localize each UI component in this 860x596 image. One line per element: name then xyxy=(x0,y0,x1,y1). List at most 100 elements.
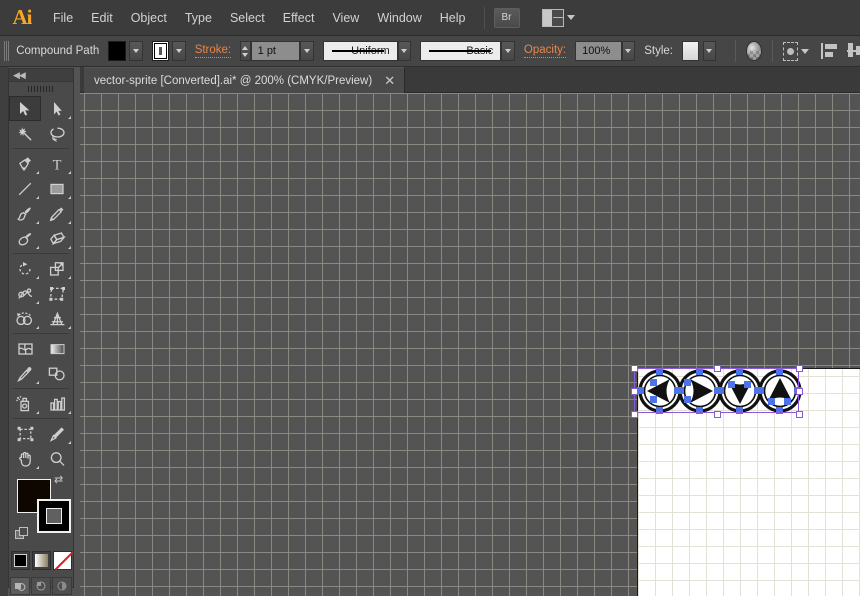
tool-flyout-indicator[interactable] xyxy=(36,246,39,249)
type-tool[interactable]: T xyxy=(41,151,73,176)
shape-builder-tool[interactable] xyxy=(9,306,41,331)
tool-flyout-indicator[interactable] xyxy=(68,116,71,119)
tool-flyout-indicator[interactable] xyxy=(36,276,39,279)
selection-handle[interactable] xyxy=(796,388,803,395)
eyedropper-tool[interactable] xyxy=(9,361,41,386)
graphic-style-dropdown[interactable] xyxy=(702,41,717,61)
panel-grip-icon[interactable] xyxy=(9,82,73,96)
blob-brush-tool[interactable] xyxy=(9,226,41,251)
tool-flyout-indicator[interactable] xyxy=(68,221,71,224)
hand-tool[interactable] xyxy=(9,446,41,471)
menu-item-help[interactable]: Help xyxy=(431,7,475,29)
control-bar-grip[interactable] xyxy=(4,41,11,61)
free-transform-tool[interactable] xyxy=(41,281,73,306)
scale-tool[interactable] xyxy=(41,256,73,281)
tool-flyout-indicator[interactable] xyxy=(36,171,39,174)
double-chevron-left-icon[interactable]: ◀◀ xyxy=(13,70,26,81)
selection-tool[interactable] xyxy=(9,96,41,121)
tools-panel-header[interactable]: ◀◀ xyxy=(9,69,73,82)
default-fill-stroke-icon[interactable] xyxy=(15,527,29,541)
tool-flyout-indicator[interactable] xyxy=(68,411,71,414)
bridge-button[interactable]: Br xyxy=(493,7,520,28)
zoom-tool[interactable] xyxy=(41,446,73,471)
width-profile-dropdown[interactable] xyxy=(397,41,412,61)
align-horizontal-left-icon[interactable] xyxy=(821,42,838,60)
tool-flyout-indicator[interactable] xyxy=(68,171,71,174)
rotate-tool[interactable] xyxy=(9,256,41,281)
stroke-weight-dropdown[interactable] xyxy=(300,41,314,61)
opacity-label[interactable]: Opacity: xyxy=(523,44,567,58)
fill-color-dropdown[interactable] xyxy=(128,41,143,61)
tool-flyout-indicator[interactable] xyxy=(36,381,39,384)
select-similar-objects-icon[interactable] xyxy=(782,41,798,61)
menu-item-window[interactable]: Window xyxy=(368,7,430,29)
align-vertical-center-icon[interactable] xyxy=(846,42,860,60)
selection-handle[interactable] xyxy=(796,411,803,418)
stroke-color-swatch[interactable] xyxy=(151,41,169,61)
width-profile-select[interactable]: Uniform xyxy=(322,41,398,61)
tool-flyout-indicator[interactable] xyxy=(36,196,39,199)
arrange-documents-button[interactable] xyxy=(541,8,575,27)
rectangle-tool[interactable] xyxy=(41,176,73,201)
pencil-tool[interactable] xyxy=(41,201,73,226)
document-tab[interactable]: vector-sprite [Converted].ai* @ 200% (CM… xyxy=(84,67,406,93)
selection-handle[interactable] xyxy=(714,411,721,418)
tool-flyout-indicator[interactable] xyxy=(68,196,71,199)
menu-item-object[interactable]: Object xyxy=(122,7,176,29)
blend-tool[interactable] xyxy=(41,361,73,386)
menu-item-view[interactable]: View xyxy=(323,7,368,29)
eraser-tool[interactable] xyxy=(41,226,73,251)
stroke-weight-stepper[interactable] xyxy=(240,41,251,61)
brush-definition-dropdown[interactable] xyxy=(501,41,515,61)
direct-selection-tool[interactable] xyxy=(41,96,73,121)
stroke-weight-input[interactable]: 1 pt xyxy=(250,41,301,61)
tool-flyout-indicator[interactable] xyxy=(36,411,39,414)
none-mode-button[interactable] xyxy=(52,551,72,570)
tool-flyout-indicator[interactable] xyxy=(68,326,71,329)
selection-handle[interactable] xyxy=(631,388,638,395)
lasso-tool[interactable] xyxy=(41,121,73,146)
draw-normal-button[interactable] xyxy=(10,577,30,595)
gradient-tool[interactable] xyxy=(41,336,73,361)
close-icon[interactable]: ✕ xyxy=(384,74,395,87)
stroke-weight-label[interactable]: Stroke: xyxy=(194,44,232,58)
tool-flyout-indicator[interactable] xyxy=(36,326,39,329)
column-graph-tool[interactable] xyxy=(41,391,73,416)
graphic-style-swatch[interactable] xyxy=(682,41,700,61)
menu-item-select[interactable]: Select xyxy=(221,7,274,29)
menu-item-effect[interactable]: Effect xyxy=(274,7,324,29)
stroke-color-dropdown[interactable] xyxy=(172,41,186,61)
selection-handle[interactable] xyxy=(631,365,638,372)
tool-flyout-indicator[interactable] xyxy=(68,441,71,444)
tool-flyout-indicator[interactable] xyxy=(36,466,39,469)
brush-definition-select[interactable]: Basic xyxy=(420,41,502,61)
tool-flyout-indicator[interactable] xyxy=(68,276,71,279)
opacity-dropdown[interactable] xyxy=(621,41,636,61)
tool-flyout-indicator[interactable] xyxy=(36,301,39,304)
tool-flyout-indicator[interactable] xyxy=(68,246,71,249)
selection-handle[interactable] xyxy=(796,365,803,372)
draw-inside-button[interactable] xyxy=(52,577,72,595)
swap-fill-stroke-icon[interactable]: ⇄ xyxy=(54,475,67,488)
menu-item-type[interactable]: Type xyxy=(176,7,221,29)
width-tool[interactable] xyxy=(9,281,41,306)
gradient-mode-button[interactable] xyxy=(31,551,51,570)
mesh-tool[interactable] xyxy=(9,336,41,361)
perspective-grid-tool[interactable] xyxy=(41,306,73,331)
selection-handle[interactable] xyxy=(714,365,721,372)
magic-wand-tool[interactable] xyxy=(9,121,41,146)
menu-item-edit[interactable]: Edit xyxy=(82,7,122,29)
selection-handle[interactable] xyxy=(631,411,638,418)
fill-color-swatch[interactable] xyxy=(108,41,126,61)
pen-tool[interactable] xyxy=(9,151,41,176)
draw-behind-button[interactable] xyxy=(31,577,51,595)
slice-tool[interactable] xyxy=(41,421,73,446)
color-mode-button[interactable] xyxy=(10,551,30,570)
selection-bounding-box[interactable] xyxy=(631,365,803,418)
stepper-up-icon[interactable] xyxy=(242,45,249,50)
artboard-tool[interactable] xyxy=(9,421,41,446)
chevron-down-icon[interactable] xyxy=(800,48,809,54)
tool-flyout-indicator[interactable] xyxy=(36,221,39,224)
opacity-input[interactable]: 100% xyxy=(575,41,622,61)
menu-item-file[interactable]: File xyxy=(44,7,82,29)
